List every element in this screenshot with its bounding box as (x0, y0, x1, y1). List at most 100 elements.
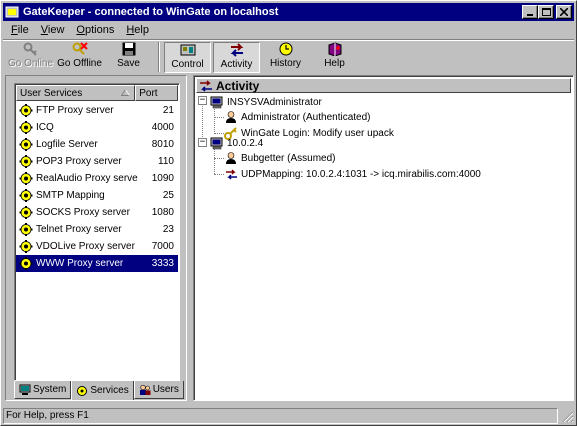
menu-options[interactable]: Options (70, 24, 120, 36)
service-port: 25 (162, 190, 174, 201)
save-button[interactable]: Save (105, 42, 152, 73)
service-gear-icon (18, 240, 34, 254)
user-person-icon (224, 110, 238, 124)
column-header-user-services-label: User Services (20, 87, 83, 99)
tree-expander-collapse[interactable]: − (198, 138, 207, 147)
menu-bar: File View Options Help (3, 21, 574, 39)
services-panel: User Services Port FTP Proxy server 21 ICQ… (5, 75, 187, 401)
service-row[interactable]: POP3 Proxy server 110 (16, 153, 178, 170)
go-offline-button[interactable]: Go Offline (56, 42, 103, 73)
go-offline-label: Go Offline (57, 58, 102, 69)
service-gear-icon (18, 189, 34, 203)
service-name: VDOLive Proxy server (36, 241, 135, 252)
key-cross-icon (72, 42, 88, 56)
control-button[interactable]: Control (164, 42, 211, 73)
menu-file[interactable]: File (5, 24, 35, 36)
service-name: POP3 Proxy server (36, 156, 122, 167)
clock-icon (278, 42, 294, 56)
users-icon (139, 384, 151, 396)
computer-icon (210, 137, 224, 150)
service-row[interactable]: VDOLive Proxy server 7000 (16, 238, 178, 255)
sort-ascending-icon (120, 88, 131, 99)
service-port: 110 (158, 156, 174, 167)
close-button[interactable] (556, 5, 572, 19)
tree-node-assumed[interactable]: Bubgetter (Assumed) (224, 151, 336, 165)
service-gear-icon (18, 155, 34, 169)
control-label: Control (171, 59, 204, 70)
service-gear-icon (18, 206, 34, 220)
menu-view-accel: V (40, 24, 48, 36)
activity-button[interactable]: Activity (213, 42, 260, 73)
service-name: SOCKS Proxy server (36, 207, 130, 218)
service-row[interactable]: WWW Proxy server 3333 (16, 255, 178, 272)
toolbar-separator (158, 42, 160, 72)
go-online-button[interactable]: Go Online (7, 42, 54, 73)
help-label: Help (324, 58, 345, 69)
tab-users[interactable]: Users (133, 381, 184, 399)
computer-icon (19, 384, 31, 396)
column-header-user-services[interactable]: User Services (16, 85, 136, 101)
service-port: 3333 (151, 258, 174, 269)
history-label: History (269, 58, 302, 69)
tab-services[interactable]: Services (71, 381, 134, 400)
service-row[interactable]: RealAudio Proxy server 1090 (16, 170, 178, 187)
tree-node-authenticated-label: Administrator (Authenticated) (241, 111, 371, 123)
menu-view-label: iew (47, 24, 65, 36)
title-bar[interactable]: GateKeeper - connected to WinGate on loc… (3, 3, 574, 21)
service-row[interactable]: SOCKS Proxy server 1080 (16, 204, 178, 221)
help-book-icon (327, 42, 343, 56)
service-port: 23 (162, 224, 174, 235)
menu-help[interactable]: Help (120, 24, 155, 36)
column-header-port[interactable]: Port (135, 85, 178, 101)
menu-file-label: ile (17, 24, 29, 36)
toolbar: Go Online Go Offline Save Control Activi… (3, 39, 574, 73)
service-row[interactable]: FTP Proxy server 21 (16, 102, 178, 119)
service-name: Logfile Server (36, 139, 98, 150)
help-button[interactable]: Help (311, 42, 358, 73)
resize-grip-icon[interactable] (560, 409, 574, 423)
main-window: GateKeeper - connected to WinGate on loc… (0, 0, 577, 426)
service-name: ICQ (36, 122, 54, 133)
tree-node-udp-mapping-label: UDPMapping: 10.0.2.4:1031 -> icq.mirabil… (241, 168, 481, 180)
minimize-button[interactable] (522, 5, 538, 19)
service-row[interactable]: ICQ 4000 (16, 119, 178, 136)
tree-connector (214, 133, 224, 134)
tree-expander-collapse[interactable]: − (198, 96, 207, 105)
tree-node-user-label: INSYSVAdministrator (227, 96, 322, 108)
tree-node-udp-mapping[interactable]: UDPMapping: 10.0.2.4:1031 -> icq.mirabil… (224, 167, 481, 181)
user-person-icon (224, 151, 238, 165)
service-name: SMTP Mapping (36, 190, 105, 201)
activity-arrows-icon (229, 43, 245, 57)
services-list[interactable]: User Services Port FTP Proxy server 21 ICQ… (14, 83, 180, 381)
go-online-label: Go Online (7, 58, 54, 69)
menu-view[interactable]: View (35, 24, 71, 36)
menu-options-accel: O (76, 24, 85, 36)
service-port: 21 (162, 105, 174, 116)
tab-users-label: Users (152, 384, 179, 395)
service-row[interactable]: SMTP Mapping 25 (16, 187, 178, 204)
tab-system[interactable]: System (14, 381, 72, 399)
tree-node-assumed-label: Bubgetter (Assumed) (241, 152, 336, 164)
save-label: Save (117, 58, 140, 69)
service-gear-icon (18, 104, 34, 118)
activity-tree[interactable]: − INSYSVAdministrator Administrator (Aut… (198, 95, 570, 395)
history-button[interactable]: History (262, 42, 309, 73)
service-row[interactable]: Telnet Proxy server 23 (16, 221, 178, 238)
tree-node-host[interactable]: 10.0.2.4 (210, 136, 263, 150)
gear-icon (76, 385, 88, 397)
menu-options-label: ptions (84, 24, 115, 36)
service-row[interactable]: Logfile Server 8010 (16, 136, 178, 153)
service-gear-icon (18, 223, 34, 237)
column-header-port-label: Port (139, 87, 158, 99)
service-port: 7000 (151, 241, 174, 252)
tab-services-label: Services (90, 385, 129, 396)
service-port: 8010 (151, 139, 174, 150)
service-gear-icon (18, 121, 34, 135)
tree-node-user[interactable]: INSYSVAdministrator (210, 95, 322, 109)
tree-node-authenticated[interactable]: Administrator (Authenticated) (224, 110, 371, 124)
gatekeeper-app-icon[interactable] (5, 5, 19, 19)
service-gear-icon (18, 257, 34, 271)
maximize-button[interactable] (538, 5, 554, 19)
tree-connector (214, 107, 215, 134)
service-name: Telnet Proxy server (36, 224, 122, 235)
